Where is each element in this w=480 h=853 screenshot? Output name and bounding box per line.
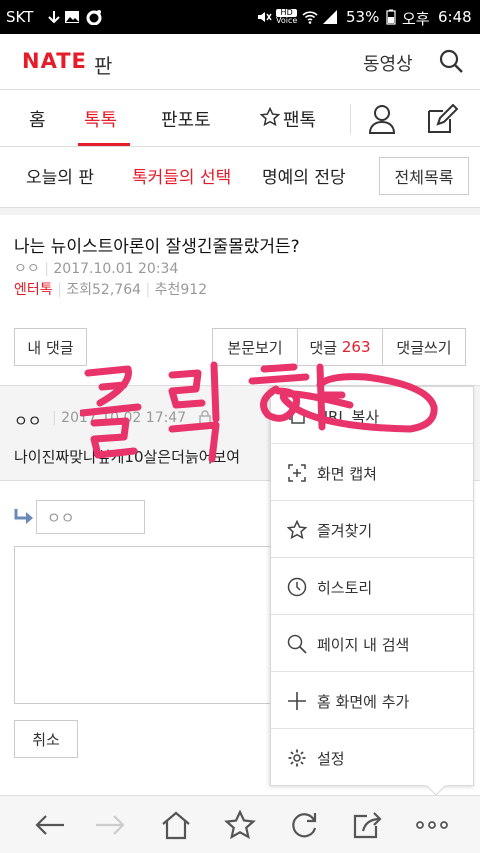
tab-home[interactable]: 홈 bbox=[29, 106, 46, 132]
hd-voice-badge: HD Voice bbox=[276, 8, 298, 25]
more-icon[interactable] bbox=[414, 810, 450, 840]
menu-label: 히스토리 bbox=[317, 579, 373, 597]
reply-arrow-icon bbox=[14, 509, 33, 524]
plus-icon bbox=[288, 692, 306, 710]
comment-author: ㅇㅇ bbox=[14, 412, 42, 430]
tab-divider bbox=[350, 104, 351, 134]
post-views: 조회52,764 bbox=[66, 282, 142, 298]
bookmark-star-icon[interactable] bbox=[224, 810, 256, 840]
clock-time: 6:48 bbox=[438, 8, 472, 26]
menu-item-find-in-page[interactable]: 페이지 내 검색 bbox=[271, 615, 473, 672]
home-icon[interactable] bbox=[160, 810, 192, 840]
subtab-talkers-choice[interactable]: 톡커들의 선택 bbox=[132, 163, 231, 188]
handwritten-annotation bbox=[80, 361, 438, 463]
ampm: 오후 bbox=[402, 10, 430, 28]
reply-textarea[interactable] bbox=[14, 546, 276, 704]
cancel-button[interactable]: 취소 bbox=[14, 720, 78, 758]
gear-icon bbox=[288, 749, 306, 767]
post-category[interactable]: 엔터톡 bbox=[14, 282, 53, 298]
menu-item-bookmarks[interactable]: 즐겨찾기 bbox=[271, 501, 473, 558]
write-icon[interactable] bbox=[426, 104, 458, 134]
capture-icon bbox=[288, 464, 306, 482]
menu-label: 홈 화면에 추가 bbox=[317, 693, 410, 711]
pann-logo[interactable]: 판 bbox=[94, 50, 112, 79]
mute-icon bbox=[258, 12, 272, 22]
clock-icon bbox=[287, 577, 307, 597]
video-link[interactable]: 동영상 bbox=[363, 50, 413, 76]
comment-count: 263 bbox=[341, 338, 371, 356]
tab-panphoto[interactable]: 판포토 bbox=[161, 106, 211, 132]
menu-label: 페이지 내 검색 bbox=[317, 636, 410, 654]
forward-arrow-icon[interactable] bbox=[94, 810, 126, 840]
menu-item-add-to-home[interactable]: 홈 화면에 추가 bbox=[271, 672, 473, 729]
subtab-today[interactable]: 오늘의 판 bbox=[26, 163, 94, 188]
post-meta: ㅇㅇ | 2017.10.01 20:34 bbox=[14, 261, 179, 277]
tab-fantok[interactable]: 팬톡 bbox=[283, 106, 316, 132]
star-outline-icon bbox=[260, 107, 280, 127]
status-bar: SKT HD Voice 53% 오후 6:48 bbox=[0, 0, 480, 34]
nate-logo[interactable]: NATE bbox=[22, 49, 87, 73]
tab-toktok[interactable]: 톡톡 bbox=[84, 106, 117, 132]
subtab-hall-of-fame[interactable]: 명예의 전당 bbox=[262, 163, 346, 188]
search-icon[interactable] bbox=[438, 48, 464, 74]
battery-percent: 53% bbox=[346, 8, 380, 26]
refresh-icon[interactable] bbox=[288, 810, 320, 840]
menu-item-history[interactable]: 히스토리 bbox=[271, 558, 473, 615]
post-title: 나는 뉴이스트아론이 잘생긴줄몰랐거든? bbox=[14, 237, 300, 257]
my-comment-button[interactable]: 내 댓글 bbox=[14, 328, 87, 366]
arrow-down-icon bbox=[48, 11, 60, 24]
post-recommend: 추천912 bbox=[154, 282, 208, 298]
browser-toolbar bbox=[0, 795, 480, 853]
back-arrow-icon[interactable] bbox=[34, 810, 66, 840]
all-list-button[interactable]: 전체목록 bbox=[379, 157, 469, 195]
menu-label: 즐겨찾기 bbox=[317, 522, 373, 540]
nate-status-icon bbox=[86, 10, 102, 25]
search-icon bbox=[287, 634, 307, 654]
wifi-icon bbox=[302, 11, 318, 24]
battery-icon bbox=[386, 9, 396, 25]
menu-item-settings[interactable]: 설정 bbox=[271, 729, 473, 786]
signal-icon bbox=[323, 10, 337, 24]
divider bbox=[0, 89, 480, 90]
share-icon[interactable] bbox=[352, 810, 384, 840]
star-icon bbox=[287, 520, 307, 540]
menu-label: 화면 캡쳐 bbox=[317, 465, 377, 483]
post-stats: 엔터톡 | 조회52,764 | 추천912 bbox=[14, 282, 208, 298]
divider bbox=[0, 146, 480, 147]
post-author: ㅇㅇ bbox=[14, 261, 40, 277]
user-icon[interactable] bbox=[368, 104, 396, 134]
post-date: 2017.10.01 20:34 bbox=[53, 261, 179, 277]
reply-name-input[interactable]: ㅇㅇ bbox=[36, 500, 145, 534]
section-gap bbox=[0, 207, 480, 215]
menu-label: 설정 bbox=[317, 750, 345, 768]
carrier: SKT bbox=[6, 8, 34, 26]
image-icon bbox=[65, 11, 79, 23]
